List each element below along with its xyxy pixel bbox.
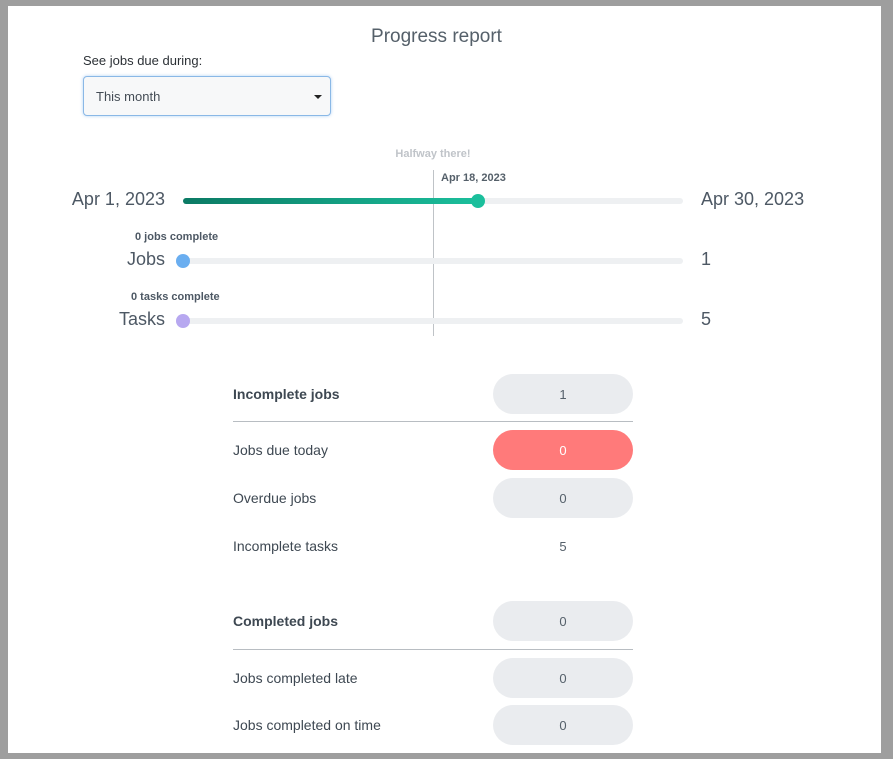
timeline-track xyxy=(183,194,683,208)
incomplete-tasks-value: 5 xyxy=(559,538,567,554)
period-select-value: This month xyxy=(96,88,161,104)
timeline-progress-fill xyxy=(183,198,478,204)
section-divider xyxy=(233,421,633,422)
tasks-knob xyxy=(176,314,190,328)
overdue-jobs-value[interactable]: 0 xyxy=(493,478,633,518)
jobs-knob xyxy=(176,254,190,268)
period-select[interactable]: This month xyxy=(83,76,331,116)
jobs-completed-on-time-label: Jobs completed on time xyxy=(233,717,381,733)
tasks-total: 5 xyxy=(701,309,712,329)
tasks-track xyxy=(176,314,683,328)
overdue-jobs-label: Overdue jobs xyxy=(233,490,317,506)
jobs-due-today-row: Jobs due today 0 xyxy=(233,430,633,470)
timeline-knob xyxy=(471,194,485,208)
caret-down-icon xyxy=(314,95,322,99)
incomplete-tasks-label: Incomplete tasks xyxy=(233,538,339,554)
jobs-completed-late-label: Jobs completed late xyxy=(233,670,358,686)
today-marker-line xyxy=(433,170,434,336)
start-date-label: Apr 1, 2023 xyxy=(71,189,165,209)
jobs-total: 1 xyxy=(701,249,712,269)
incomplete-jobs-value[interactable]: 1 xyxy=(493,374,633,414)
tasks-complete-label: 0 tasks complete xyxy=(131,291,220,303)
jobs-completed-on-time-row: Jobs completed on time 0 xyxy=(233,705,633,745)
tasks-bar-label: Tasks xyxy=(118,309,165,329)
incomplete-tasks-row: Incomplete tasks 5 xyxy=(233,526,633,566)
page-title: Progress report xyxy=(371,26,502,47)
today-date-label: Apr 18, 2023 xyxy=(441,172,506,184)
completed-jobs-value[interactable]: 0 xyxy=(493,601,633,641)
section-divider xyxy=(233,649,633,650)
jobs-due-today-label: Jobs due today xyxy=(233,442,328,458)
overdue-jobs-row: Overdue jobs 0 xyxy=(233,478,633,518)
halfway-label: Halfway there! xyxy=(395,148,471,160)
completed-jobs-label: Completed jobs xyxy=(233,613,339,629)
jobs-track xyxy=(176,254,683,268)
completed-jobs-row: Completed jobs 0 xyxy=(233,601,633,641)
jobs-completed-on-time-value[interactable]: 0 xyxy=(493,705,633,745)
incomplete-jobs-label: Incomplete jobs xyxy=(233,386,340,402)
filter-label: See jobs due during: xyxy=(83,53,203,68)
jobs-bar-label: Jobs xyxy=(126,249,165,269)
progress-report-panel: Progress report See jobs due during: Thi… xyxy=(8,6,881,753)
jobs-complete-label: 0 jobs complete xyxy=(135,231,219,243)
incomplete-jobs-row: Incomplete jobs 1 xyxy=(233,374,633,414)
jobs-due-today-value[interactable]: 0 xyxy=(493,430,633,470)
jobs-completed-late-value[interactable]: 0 xyxy=(493,658,633,698)
jobs-completed-late-row: Jobs completed late 0 xyxy=(233,658,633,698)
end-date-label: Apr 30, 2023 xyxy=(701,189,805,209)
